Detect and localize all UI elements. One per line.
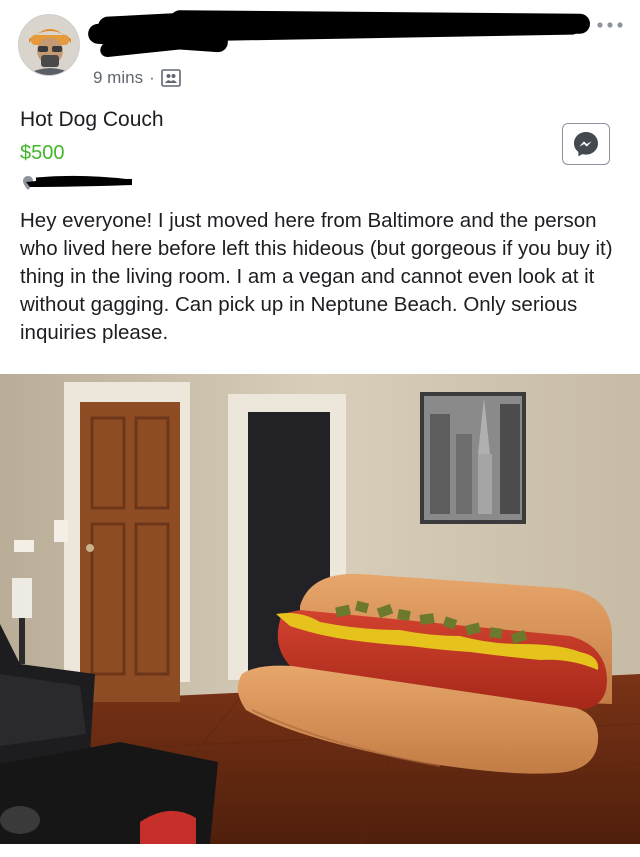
- listing-photo[interactable]: [0, 374, 640, 844]
- avatar[interactable]: [18, 14, 80, 76]
- meta-separator: ·: [149, 68, 155, 87]
- message-seller-button[interactable]: [562, 123, 610, 165]
- post-header: 9 mins ·: [0, 0, 640, 100]
- location-pin-icon: [23, 175, 132, 190]
- more-horizontal-icon[interactable]: [594, 19, 630, 31]
- post-meta: 9 mins ·: [93, 66, 181, 90]
- hot-dog-couch-photo: [0, 374, 640, 844]
- audience-icon[interactable]: [160, 69, 181, 87]
- listing-price: $500: [20, 142, 65, 164]
- listing-description: Hey everyone! I just moved here from Bal…: [20, 209, 613, 344]
- post-time[interactable]: 9 mins: [93, 68, 143, 88]
- messenger-icon: [574, 132, 598, 157]
- listing-title: Hot Dog Couch: [20, 108, 164, 131]
